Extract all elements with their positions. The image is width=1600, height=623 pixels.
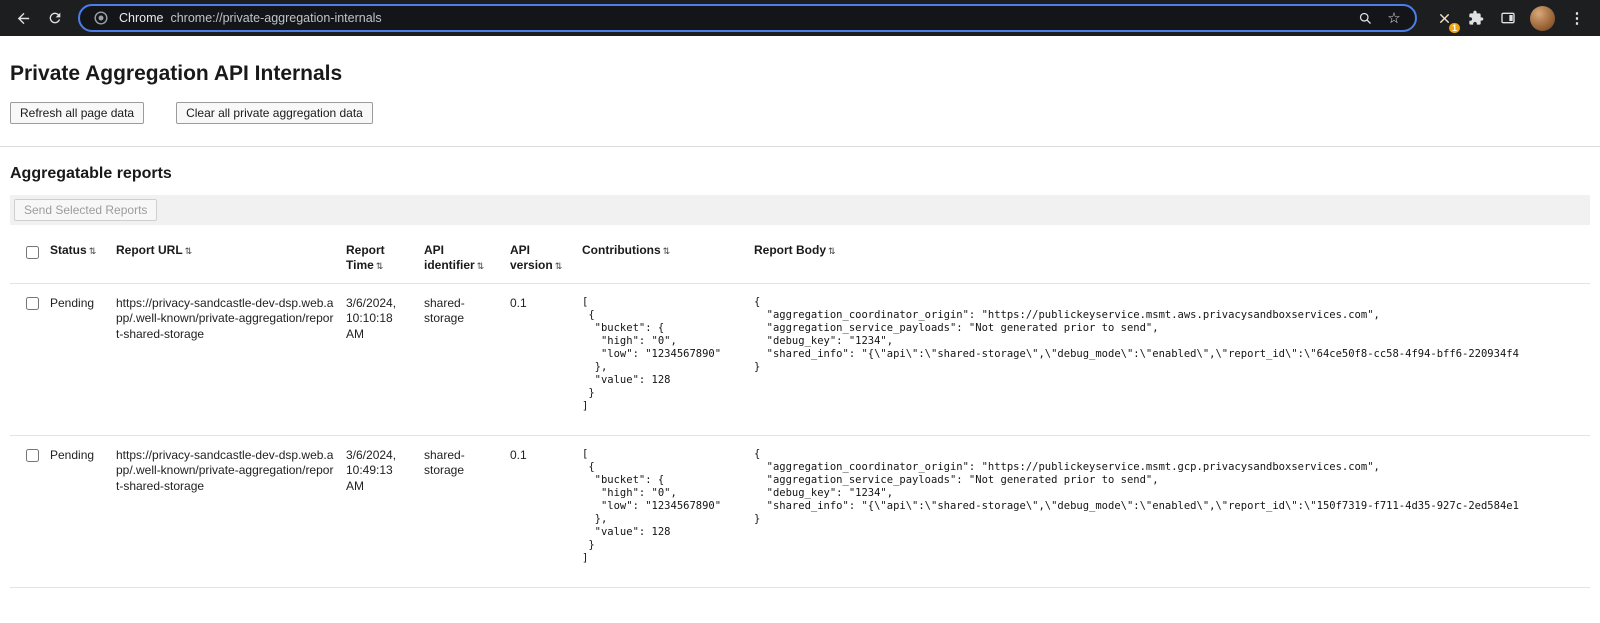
col-api-identifier-label: API identifier — [424, 243, 475, 272]
extension-badge: 1 — [1448, 22, 1461, 34]
cell-report-time: 3/6/2024, 10:49:13 AM — [346, 436, 424, 588]
col-report-body-label: Report Body — [754, 243, 826, 257]
col-status[interactable]: Status⇅ — [50, 239, 116, 284]
extensions-puzzle-icon[interactable] — [1461, 3, 1491, 33]
section-divider — [0, 146, 1600, 147]
col-api-identifier[interactable]: API identifier⇅ — [424, 239, 510, 284]
contributions-json: [ { "bucket": { "high": "0", "low": "123… — [582, 296, 742, 413]
report-row: Pending https://privacy-sandcastle-dev-d… — [10, 436, 1590, 588]
send-selected-button[interactable]: Send Selected Reports — [14, 199, 157, 221]
cell-report-url: https://privacy-sandcastle-dev-dsp.web.a… — [116, 284, 346, 436]
side-panel-icon[interactable] — [1493, 3, 1523, 33]
refresh-all-button[interactable]: Refresh all page data — [10, 102, 144, 124]
col-report-url-label: Report URL — [116, 243, 183, 257]
cell-report-body: { "aggregation_coordinator_origin": "htt… — [754, 284, 1590, 436]
select-all-checkbox[interactable] — [26, 246, 39, 259]
report-body-json: { "aggregation_coordinator_origin": "htt… — [754, 296, 1578, 374]
cell-api-version: 0.1 — [510, 284, 582, 436]
sort-icon: ⇅ — [555, 261, 563, 271]
cell-report-time: 3/6/2024, 10:10:18 AM — [346, 284, 424, 436]
section-title: Aggregatable reports — [10, 165, 1590, 183]
cell-status: Pending — [50, 284, 116, 436]
contributions-json: [ { "bucket": { "high": "0", "low": "123… — [582, 448, 742, 565]
sort-icon: ⇅ — [828, 246, 836, 256]
col-api-version-label: API version — [510, 243, 553, 272]
profile-avatar[interactable] — [1530, 6, 1555, 31]
col-contributions[interactable]: Contributions⇅ — [582, 239, 754, 284]
site-chip-label: Chrome — [119, 11, 163, 25]
cell-status: Pending — [50, 436, 116, 588]
col-api-version[interactable]: API version⇅ — [510, 239, 582, 284]
col-report-time[interactable]: Report Time⇅ — [346, 239, 424, 284]
table-toolbar: Send Selected Reports — [10, 195, 1590, 225]
cell-api-identifier: shared-storage — [424, 436, 510, 588]
bookmark-star-icon[interactable]: ☆ — [1383, 7, 1405, 29]
sort-icon: ⇅ — [185, 246, 193, 256]
col-report-body[interactable]: Report Body⇅ — [754, 239, 1590, 284]
sort-icon: ⇅ — [663, 246, 671, 256]
url-text[interactable]: chrome://private-aggregation-internals — [170, 11, 381, 25]
row-checkbox[interactable] — [26, 297, 39, 310]
clear-all-button[interactable]: Clear all private aggregation data — [176, 102, 373, 124]
header-checkbox-cell — [10, 239, 50, 284]
page-actions: Refresh all page data Clear all private … — [10, 102, 1590, 124]
reload-icon — [47, 10, 63, 26]
col-status-label: Status — [50, 243, 87, 257]
pinned-extension-icon[interactable]: 1 — [1429, 3, 1459, 33]
sort-icon: ⇅ — [376, 261, 384, 271]
reload-button[interactable] — [40, 3, 70, 33]
page-title: Private Aggregation API Internals — [10, 62, 1590, 86]
cell-report-body: { "aggregation_coordinator_origin": "htt… — [754, 436, 1590, 588]
back-button[interactable] — [8, 3, 38, 33]
cell-api-version: 0.1 — [510, 436, 582, 588]
report-row: Pending https://privacy-sandcastle-dev-d… — [10, 284, 1590, 436]
col-report-url[interactable]: Report URL⇅ — [116, 239, 346, 284]
cell-report-url: https://privacy-sandcastle-dev-dsp.web.a… — [116, 436, 346, 588]
cell-api-identifier: shared-storage — [424, 284, 510, 436]
row-checkbox-cell — [10, 284, 50, 436]
menu-kebab-icon[interactable]: ⋮ — [1562, 3, 1592, 33]
omnibox[interactable]: Chrome chrome://private-aggregation-inte… — [78, 4, 1417, 32]
row-checkbox-cell — [10, 436, 50, 588]
search-icon[interactable] — [1354, 7, 1376, 29]
col-contributions-label: Contributions — [582, 243, 661, 257]
reports-table: Status⇅ Report URL⇅ Report Time⇅ API ide… — [10, 239, 1590, 588]
chrome-logo-icon — [90, 7, 112, 29]
sort-icon: ⇅ — [477, 261, 485, 271]
report-body-json: { "aggregation_coordinator_origin": "htt… — [754, 448, 1578, 526]
cell-contributions: [ { "bucket": { "high": "0", "low": "123… — [582, 284, 754, 436]
header-row: Status⇅ Report URL⇅ Report Time⇅ API ide… — [10, 239, 1590, 284]
row-checkbox[interactable] — [26, 449, 39, 462]
sort-icon: ⇅ — [89, 246, 97, 256]
cell-contributions: [ { "bucket": { "high": "0", "low": "123… — [582, 436, 754, 588]
browser-toolbar: Chrome chrome://private-aggregation-inte… — [0, 0, 1600, 36]
back-arrow-icon — [15, 10, 32, 27]
